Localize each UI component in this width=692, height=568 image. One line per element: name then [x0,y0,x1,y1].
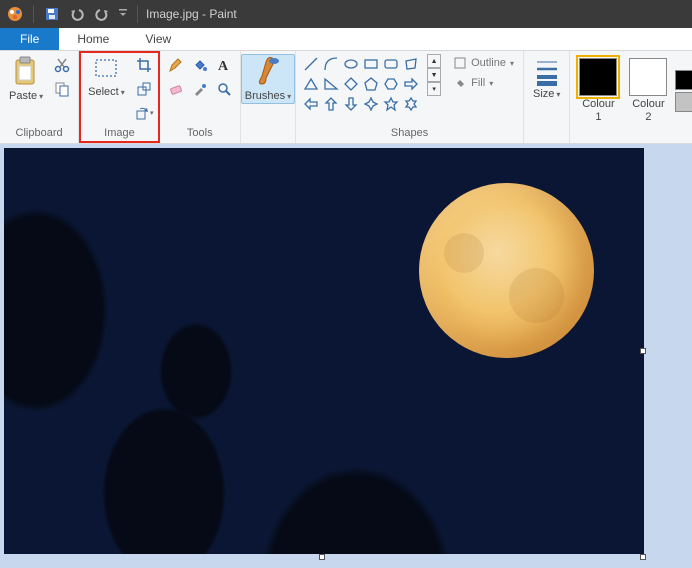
qat-customize-icon[interactable] [116,3,130,25]
group-colours: Colour 1 Colour 2 [570,51,692,143]
colour1-label: Colour 1 [579,98,617,122]
shape-arrow-down-icon [341,94,361,114]
select-button[interactable]: Select [84,54,129,100]
group-brushes: Brushes [241,51,296,143]
shapes-scroll-up-icon[interactable]: ▲ [427,54,441,68]
ribbon-tabs: File Home View [0,28,692,51]
outline-label: Outline [471,57,506,69]
resize-handle-right[interactable] [640,348,646,354]
crop-icon[interactable] [133,54,155,76]
shape-line-icon [301,54,321,74]
shapes-gallery[interactable] [301,54,421,114]
tab-file[interactable]: File [0,28,59,50]
shape-pentagon-icon [361,74,381,94]
canvas[interactable] [4,148,644,554]
redo-icon[interactable] [91,3,113,25]
title-bar: Image.jpg - Paint [0,0,692,28]
shape-diamond-icon [341,74,361,94]
group-size: Size [524,51,570,143]
copy-icon[interactable] [51,78,73,100]
swatch-black[interactable] [675,70,692,90]
brushes-button[interactable]: Brushes [241,54,295,104]
color-picker-icon[interactable] [189,78,211,100]
window-title: Image.jpg - Paint [146,7,237,21]
tab-home[interactable]: Home [59,28,127,50]
shape-curve-icon [321,54,341,74]
pencil-icon[interactable] [165,54,187,76]
colour2-swatch [629,58,667,96]
resize-handle-bottom[interactable] [319,554,325,560]
size-button[interactable]: Size [529,54,564,102]
shape-star4-icon [361,94,381,114]
select-label: Select [88,86,125,98]
paste-button[interactable]: Paste [5,54,47,104]
image-moon [419,183,594,358]
outline-menu[interactable]: Outline ▾ [449,54,518,72]
colour2-button[interactable]: Colour 2 [625,56,671,124]
paste-label: Paste [9,90,43,102]
shape-arrow-right-icon [401,74,421,94]
size-label: Size [533,88,560,100]
shape-star5-icon [381,94,401,114]
undo-icon[interactable] [66,3,88,25]
tools-group-label: Tools [165,127,235,141]
shape-arrow-left-icon [301,94,321,114]
text-icon[interactable]: A [213,54,235,76]
group-clipboard: Paste Clipboard [0,51,79,143]
shapes-group-label: Shapes [301,127,518,141]
shape-hexagon-icon [381,74,401,94]
shapes-more-icon[interactable]: ▾ [427,82,441,96]
shape-oval-icon [341,54,361,74]
clipboard-group-label: Clipboard [5,127,73,141]
group-image: Select ▾ Image [79,51,160,143]
resize-icon[interactable] [133,78,155,100]
colour-palette [675,70,692,112]
shape-star6-icon [401,94,421,114]
fill-label: Fill [471,77,485,89]
rotate-icon[interactable]: ▾ [133,102,155,124]
shape-roundrect-icon [381,54,401,74]
shape-rect-icon [361,54,381,74]
quick-access-toolbar [4,3,142,25]
canvas-area [0,144,692,554]
colour2-label: Colour 2 [629,98,667,122]
cut-icon[interactable] [51,54,73,76]
svg-text:A: A [218,59,229,73]
fill-menu[interactable]: Fill ▾ [449,74,518,92]
fill-icon[interactable] [189,54,211,76]
resize-handle-corner[interactable] [640,554,646,560]
shape-triangle-icon [301,74,321,94]
shape-polygon-icon [401,54,421,74]
magnifier-icon[interactable] [213,78,235,100]
shapes-scroll-down-icon[interactable]: ▼ [427,68,441,82]
group-tools: A Tools [160,51,241,143]
colour1-swatch [579,58,617,96]
shape-right-triangle-icon [321,74,341,94]
app-icon[interactable] [4,3,26,25]
group-shapes: ▲ ▼ ▾ Outline ▾ Fill ▾ Shapes [296,51,524,143]
shape-arrow-up-icon [321,94,341,114]
brushes-label: Brushes [245,90,291,102]
tab-view[interactable]: View [127,28,189,50]
eraser-icon[interactable] [165,78,187,100]
save-icon[interactable] [41,3,63,25]
ribbon: Paste Clipboard Select ▾ Image [0,51,692,144]
image-group-label: Image [84,127,155,141]
swatch-lightgrey[interactable] [675,92,692,112]
colour1-button[interactable]: Colour 1 [575,56,621,124]
